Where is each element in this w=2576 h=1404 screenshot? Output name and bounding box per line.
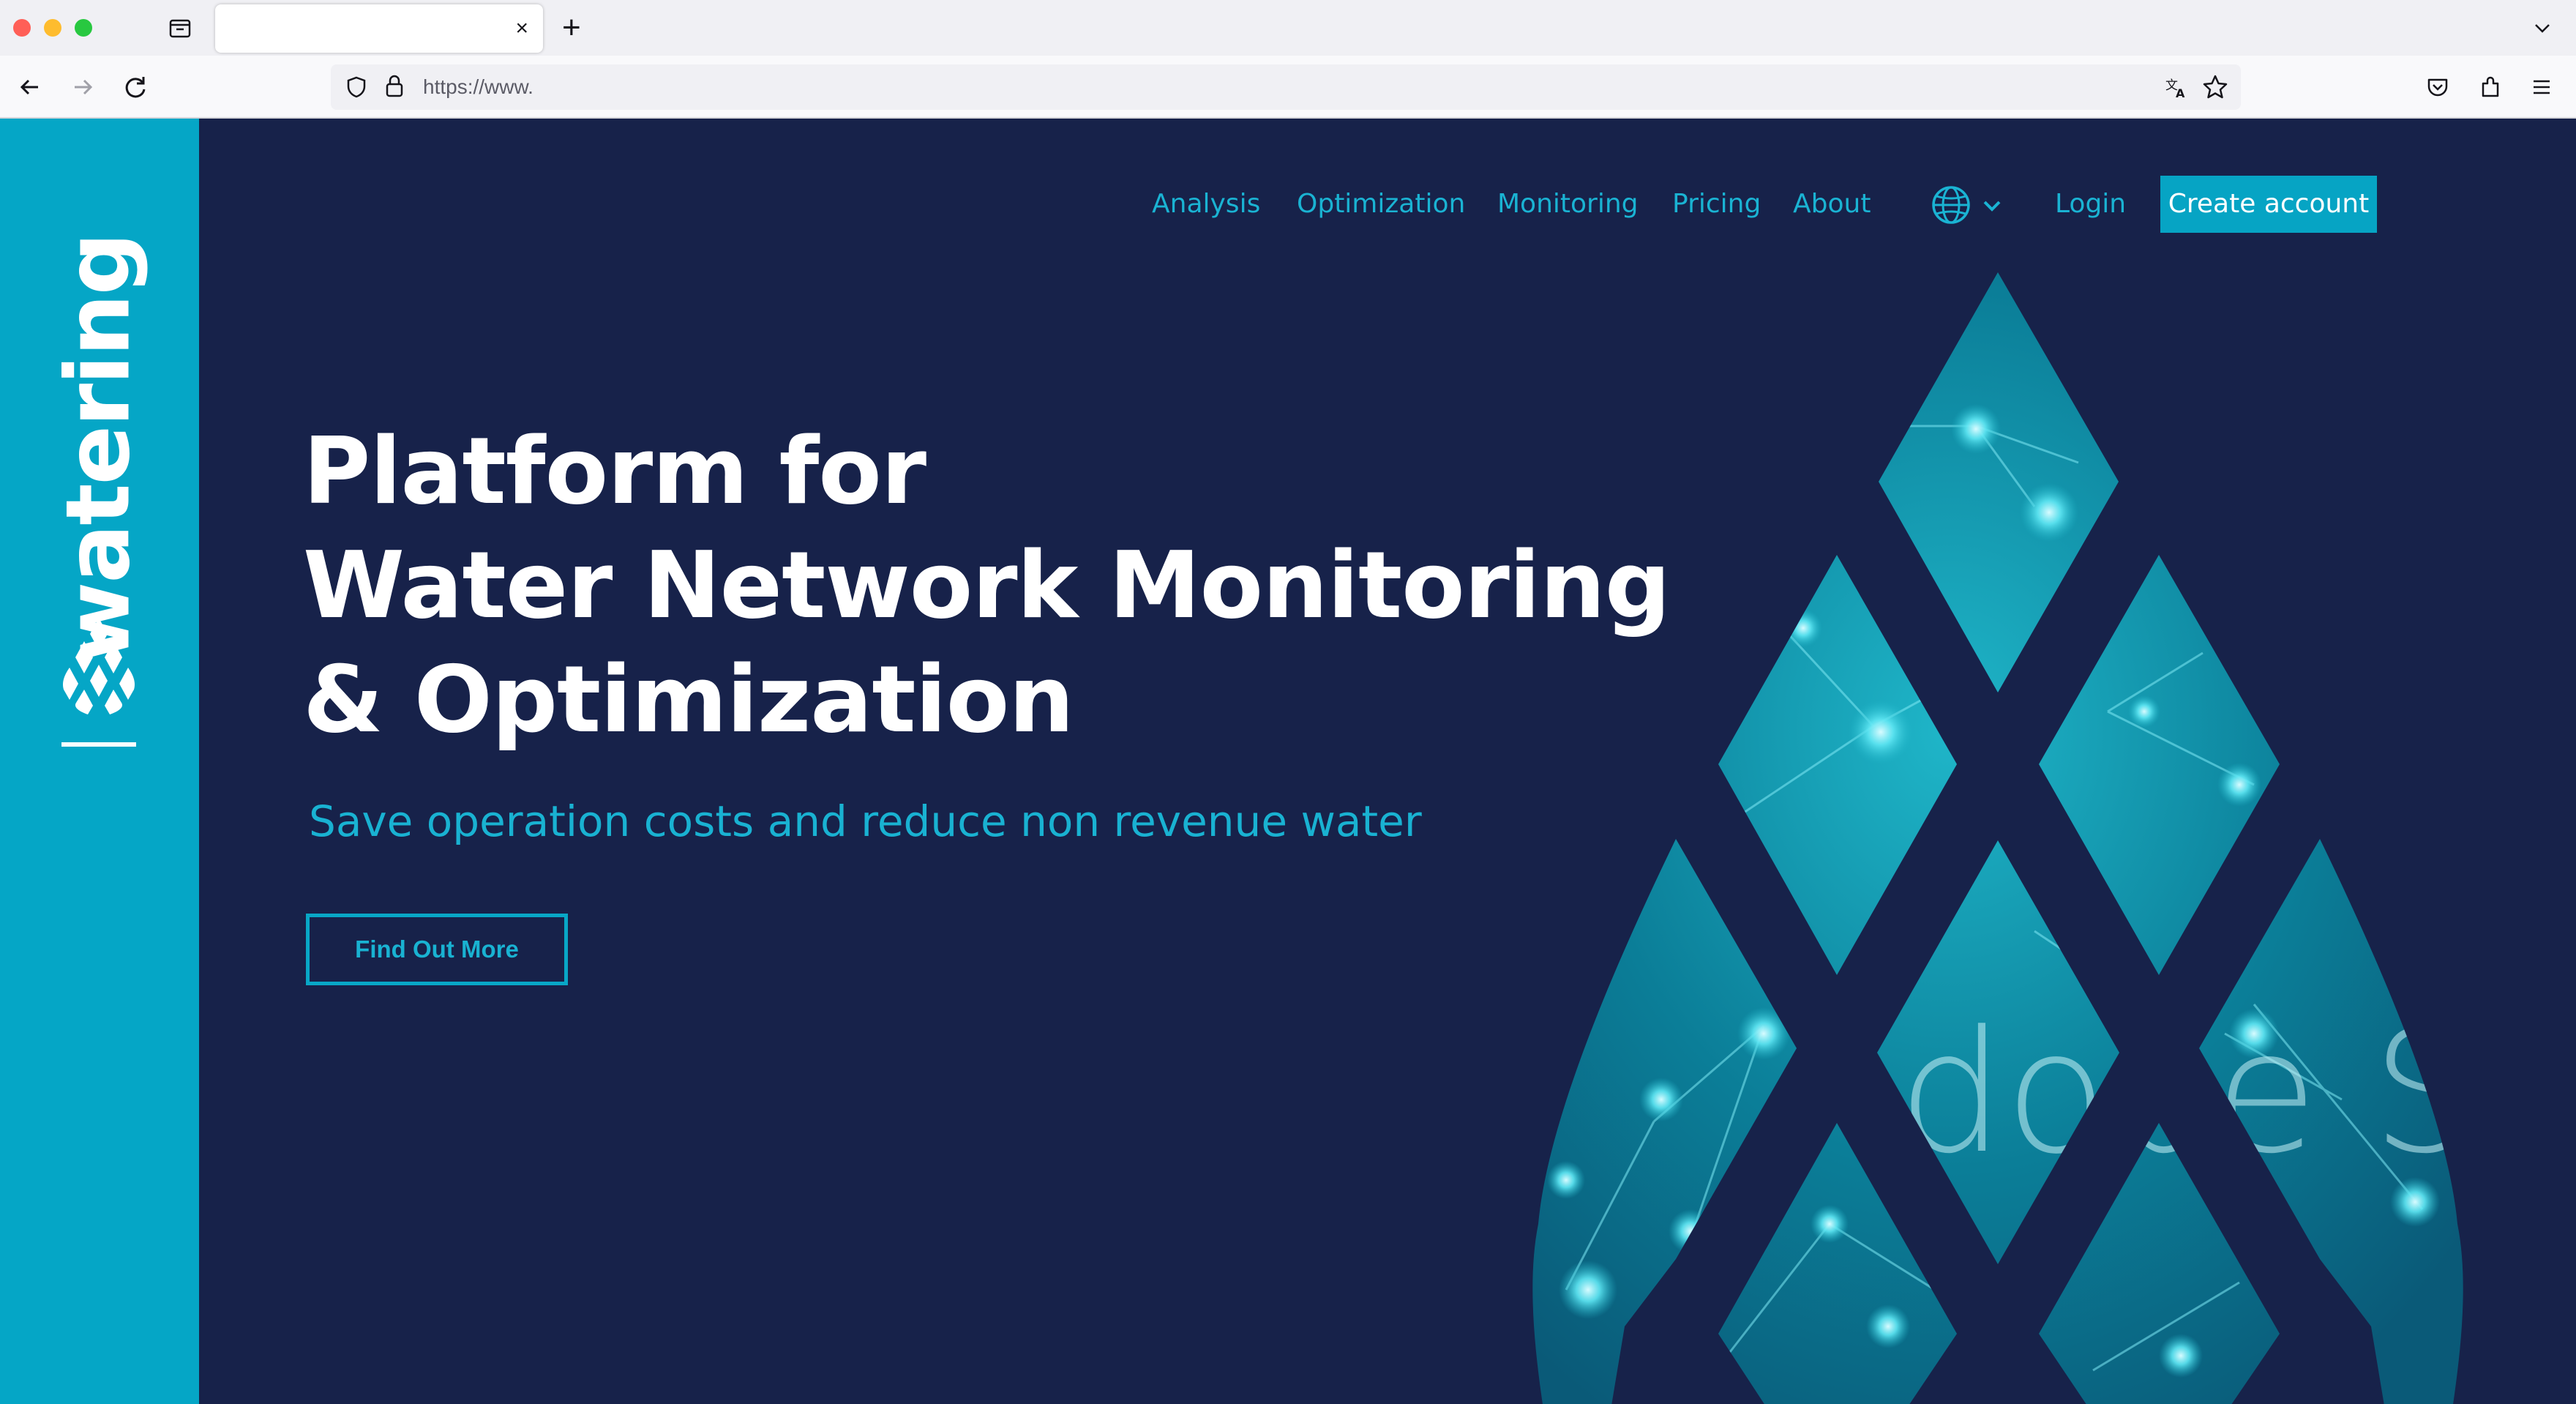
tab-overview-icon[interactable] <box>167 15 193 41</box>
shield-icon[interactable] <box>344 75 369 100</box>
nav-link-optimization[interactable]: Optimization <box>1297 186 1465 223</box>
back-icon[interactable] <box>15 72 45 102</box>
hero-subtitle: Save operation costs and reduce non reve… <box>309 796 1422 846</box>
translate-icon[interactable]: 文 A <box>2163 75 2190 101</box>
chevron-down-icon[interactable] <box>2531 16 2554 40</box>
browser-tab-bar: × + <box>0 0 2576 56</box>
watering-logo[interactable]: watering <box>37 234 161 895</box>
forward-icon[interactable] <box>67 72 98 102</box>
nav-link-pricing[interactable]: Pricing <box>1672 186 1761 223</box>
window-maximize-button[interactable] <box>75 19 92 37</box>
globe-icon <box>1932 186 2001 224</box>
browser-tab-active[interactable]: × <box>215 4 543 53</box>
hero-title-line-3: & Optimization <box>303 646 1074 753</box>
nav-link-monitoring[interactable]: Monitoring <box>1497 186 1639 223</box>
logo-wordmark: watering <box>37 234 161 662</box>
page-content: watering Analysis Optimization Monitorin… <box>0 119 2576 1404</box>
menu-icon[interactable] <box>2528 73 2556 101</box>
extensions-icon[interactable] <box>2476 73 2504 101</box>
nav-link-about[interactable]: About <box>1793 186 1871 223</box>
browser-toolbar: https://www. 文 A <box>0 56 2576 119</box>
window-minimize-button[interactable] <box>44 19 61 37</box>
pocket-icon[interactable] <box>2424 73 2452 101</box>
logo-text: watering <box>48 233 150 663</box>
new-tab-button[interactable]: + <box>562 10 581 45</box>
create-account-button[interactable]: Create account <box>2160 176 2377 233</box>
water-drop-logo-icon <box>62 618 135 714</box>
svg-text:A: A <box>2176 86 2185 100</box>
water-drop-network-illustration: Adobe S <box>1532 272 2474 1404</box>
hero-title-line-1: Platform for <box>303 417 926 525</box>
hero-title-line-2: Water Network Monitoring <box>303 531 1671 639</box>
find-out-more-button[interactable]: Find Out More <box>306 914 568 985</box>
lock-icon[interactable] <box>382 73 407 100</box>
login-link[interactable]: Login <box>2055 186 2126 223</box>
nav-link-analysis[interactable]: Analysis <box>1152 186 1260 223</box>
reload-icon[interactable] <box>120 72 151 102</box>
tab-close-icon[interactable]: × <box>515 16 528 41</box>
illustration-watermark: Adobe S <box>1786 996 2474 1191</box>
hero-section: Platform for Water Network Monitoring & … <box>303 414 1671 757</box>
address-bar[interactable]: https://www. 文 A <box>331 64 2241 110</box>
logo-underline <box>61 742 136 747</box>
language-selector[interactable] <box>1929 183 2010 227</box>
url-text[interactable]: https://www. <box>423 75 533 100</box>
bookmark-star-icon[interactable] <box>2201 73 2229 101</box>
hero-title: Platform for Water Network Monitoring & … <box>303 414 1671 757</box>
brand-sidebar: watering <box>0 119 199 1404</box>
window-close-button[interactable] <box>13 19 31 37</box>
